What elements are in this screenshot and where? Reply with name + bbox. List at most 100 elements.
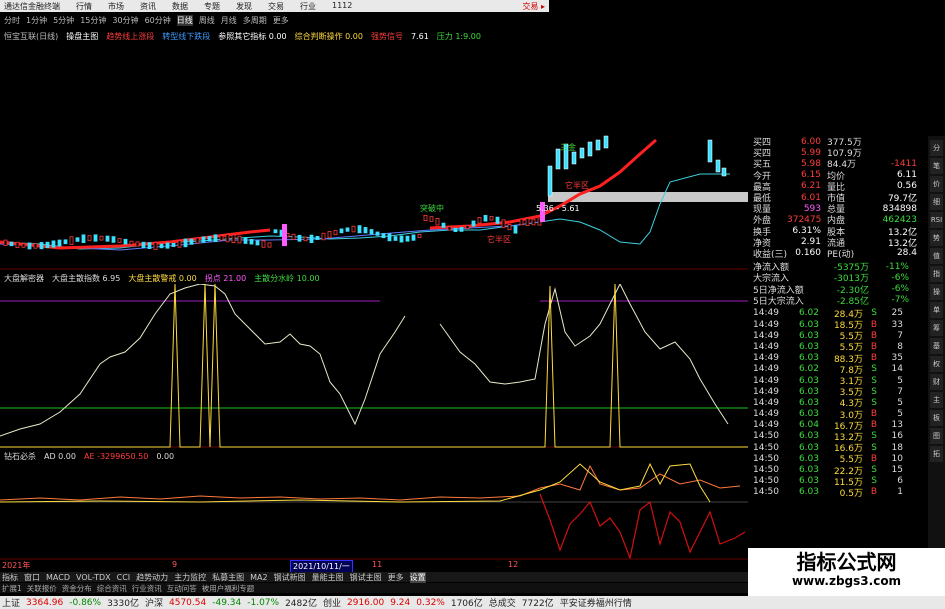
sidebar-button[interactable]: 基 — [930, 338, 943, 354]
indicator1-v3: 主散分水岭 10.00 — [254, 273, 320, 283]
date-label: 9 — [172, 560, 178, 569]
sidebar-button[interactable]: 值 — [930, 248, 943, 264]
candle — [225, 234, 230, 243]
info-tab[interactable]: 互动问答 — [167, 583, 197, 594]
indicator-tab[interactable]: MA2 — [250, 573, 267, 582]
status-item: 沪深 — [144, 599, 163, 609]
period-4[interactable]: 30分钟 — [112, 15, 138, 26]
period-5[interactable]: 60分钟 — [145, 15, 171, 26]
period-8[interactable]: 月线 — [221, 15, 237, 26]
menu-item[interactable]: 资讯 — [140, 1, 156, 12]
indicator2-v2: 0.00 — [156, 451, 175, 461]
candle — [267, 242, 272, 248]
sidebar-button[interactable]: 权 — [930, 356, 943, 372]
sidebar-button[interactable]: 笔 — [930, 158, 943, 174]
sidebar-button[interactable]: 价 — [930, 176, 943, 192]
menu-item[interactable]: 专题 — [204, 1, 220, 12]
indicator-tab[interactable]: 趋势动力 — [136, 572, 168, 583]
main-info-item: 操盘主图 — [66, 31, 99, 41]
sidebar-button[interactable]: 势 — [930, 230, 943, 246]
indicator-tab[interactable]: CCI — [117, 573, 131, 582]
indicator-tab[interactable]: MACD — [46, 573, 70, 582]
status-item: 总成交 — [488, 599, 516, 609]
sidebar-button[interactable]: 筹 — [930, 320, 943, 336]
period-7[interactable]: 周线 — [199, 15, 215, 26]
sidebar-button[interactable]: 主 — [930, 392, 943, 408]
indicator-tab[interactable]: 主力监控 — [174, 572, 206, 583]
info-tab[interactable]: 被用户福利专题 — [202, 583, 255, 594]
info-tab[interactable]: 综合资讯 — [97, 583, 127, 594]
indicator-tab[interactable]: 设置 — [409, 571, 426, 583]
indicator-tab[interactable]: 窗口 — [24, 572, 40, 583]
period-6[interactable]: 日线 — [176, 14, 193, 26]
candle — [447, 226, 452, 231]
menu-item[interactable]: 行业 — [300, 1, 316, 12]
candle — [513, 225, 518, 234]
indicator1-v1: 大盘主散警戒 0.00 — [128, 273, 197, 283]
flow-key: 5日大宗流入 — [753, 296, 804, 307]
tick-count: 13 — [891, 420, 903, 431]
sidebar-button[interactable]: RSI — [930, 212, 943, 228]
indicator-tab[interactable]: 钢试主图 — [350, 572, 382, 583]
sidebar-button[interactable]: 操 — [930, 284, 943, 300]
sidebar-button[interactable]: 细 — [930, 194, 943, 210]
sidebar-button[interactable]: 指 — [930, 266, 943, 282]
candle — [129, 240, 134, 245]
indicator1-chart[interactable]: 20.0015.0012.5010.007.505.009.46 — [0, 284, 748, 448]
info-tab[interactable]: 扩展1 — [2, 583, 22, 594]
candle — [459, 227, 464, 232]
tick-time: 14:50 — [753, 431, 779, 442]
period-0[interactable]: 分时 — [4, 15, 20, 26]
candle — [555, 148, 561, 170]
menu-item[interactable]: 交易 — [268, 1, 284, 12]
candle — [159, 243, 164, 249]
main-price-chart[interactable]: 5.36 - 5.61 它半区 它半区 三金 突破中 7.006.506.005… — [0, 44, 748, 270]
period-2[interactable]: 5分钟 — [53, 15, 74, 26]
status-item: 创业 — [322, 599, 341, 609]
period-1[interactable]: 1分钟 — [26, 15, 47, 26]
menu-item[interactable]: 市场 — [108, 1, 124, 12]
tick-price: 6.03 — [798, 397, 819, 408]
info-tab[interactable]: 资金分布 — [62, 583, 92, 594]
tick-price: 6.03 — [798, 465, 819, 476]
menu-item[interactable]: 数据 — [172, 1, 188, 12]
candle — [333, 230, 338, 236]
tick-time: 14:50 — [753, 465, 779, 476]
tick-dir: S — [871, 375, 877, 386]
status-item: 3364.96 — [26, 597, 64, 608]
indicator2-chart[interactable]: 50000250000-50000 — [0, 462, 748, 560]
sidebar-button[interactable]: 单 — [930, 302, 943, 318]
indicator-tab[interactable]: 钢试新图 — [274, 572, 306, 583]
sidebar-button[interactable]: 板 — [930, 410, 943, 426]
sidebar-button[interactable]: 拓 — [930, 446, 943, 462]
candle — [255, 240, 260, 246]
title-bar: 通达信金融终端 行情 市场 资讯 数据 专题 发现 交易 行业 1112 交易 ▸ — [0, 0, 549, 12]
period-9[interactable]: 多周期 — [243, 15, 267, 26]
menu-item[interactable]: 行情 — [76, 1, 92, 12]
period-10[interactable]: 更多 — [273, 15, 289, 26]
tick-time: 14:49 — [753, 409, 779, 420]
sidebar-button[interactable]: 财 — [930, 374, 943, 390]
candle — [237, 235, 242, 244]
candle — [105, 235, 110, 242]
trade-button[interactable]: 交易 ▸ — [522, 1, 549, 12]
menu-item[interactable]: 发现 — [236, 1, 252, 12]
main-info-item: 压力 1:9.00 — [436, 31, 481, 41]
indicator-tab[interactable]: 指标 — [2, 572, 18, 583]
candle — [327, 231, 332, 239]
indicator-tab[interactable]: 量能主图 — [312, 572, 344, 583]
indicator-tab[interactable]: VOL-TDX — [76, 573, 111, 582]
sidebar-button[interactable]: 分 — [930, 140, 943, 156]
indicator1-info: 大盘解密器 大盘主散指数 6.95 大盘主散警戒 0.00 拐点 21.00 主… — [0, 272, 549, 284]
indicator-tab[interactable]: 更多 — [388, 572, 404, 583]
info-tab[interactable]: 行业资讯 — [132, 583, 162, 594]
candle — [57, 239, 62, 247]
quote-value: 372475 — [787, 214, 822, 225]
main-menu: 行情 市场 资讯 数据 专题 发现 交易 行业 1112 — [76, 1, 352, 12]
indicator-tab[interactable]: 私募主图 — [212, 572, 244, 583]
period-3[interactable]: 15分钟 — [80, 15, 106, 26]
sidebar-button[interactable]: 图 — [930, 428, 943, 444]
status-item: 上证 — [2, 599, 21, 609]
menu-item[interactable]: 1112 — [332, 1, 352, 12]
info-tab[interactable]: 关联报价 — [27, 583, 57, 594]
